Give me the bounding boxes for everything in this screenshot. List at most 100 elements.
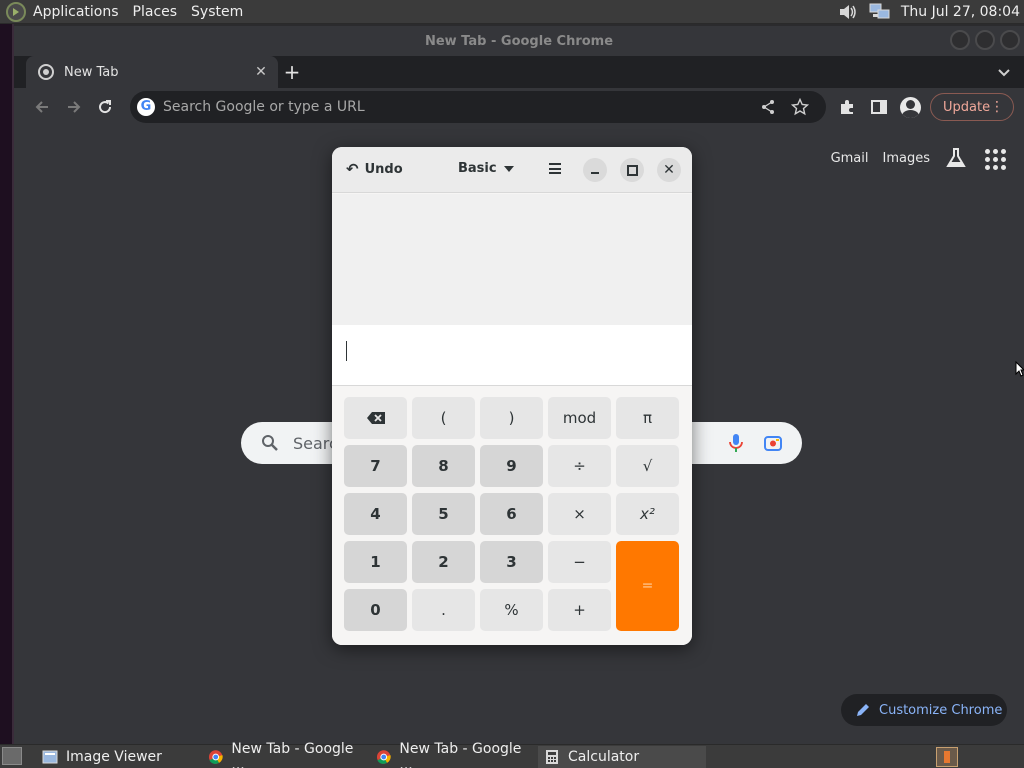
omnibox-placeholder: Search Google or type a URL	[163, 99, 365, 115]
key-pi[interactable]: π	[616, 397, 679, 439]
bottom-taskbar: Image Viewer New Tab - Google ... New Ta…	[0, 741, 1024, 768]
extensions-puzzle-icon[interactable]	[837, 97, 857, 117]
key-6[interactable]: 6	[480, 493, 543, 535]
calculation-history	[332, 194, 692, 325]
kebab-menu-icon[interactable]: ⋮	[990, 99, 1004, 115]
key-percent[interactable]: %	[480, 589, 543, 631]
key-subtract[interactable]: −	[548, 541, 611, 583]
network-icon[interactable]	[869, 2, 891, 22]
image-viewer-icon	[42, 750, 58, 764]
key-open-paren[interactable]: (	[412, 397, 475, 439]
task-chrome-2[interactable]: New Tab - Google ...	[370, 741, 534, 768]
undo-label: Undo	[364, 161, 403, 177]
gmail-link[interactable]: Gmail	[831, 151, 869, 166]
key-7[interactable]: 7	[344, 445, 407, 487]
window-titlebar[interactable]: New Tab - Google Chrome	[14, 26, 1024, 56]
task-label: New Tab - Google ...	[231, 741, 354, 768]
images-link[interactable]: Images	[883, 151, 931, 166]
calc-minimize-button[interactable]	[583, 158, 607, 182]
tab-new-tab[interactable]: New Tab ✕	[26, 56, 278, 88]
key-multiply[interactable]: ×	[548, 493, 611, 535]
calc-maximize-button[interactable]	[620, 158, 644, 182]
customize-chrome-label: Customize Chrome	[879, 702, 1003, 718]
chrome-icon	[208, 750, 223, 764]
tab-strip: New Tab ✕ +	[14, 56, 1024, 88]
text-cursor	[346, 341, 347, 361]
key-divide[interactable]: ÷	[548, 445, 611, 487]
new-tab-button[interactable]: +	[280, 60, 304, 84]
show-desktop-icon[interactable]	[2, 747, 22, 765]
undo-arrow-icon: ↶	[346, 160, 359, 178]
task-calculator[interactable]: Calculator	[538, 746, 706, 768]
key-8[interactable]: 8	[412, 445, 475, 487]
back-icon[interactable]	[32, 97, 52, 117]
google-lens-icon[interactable]	[764, 434, 782, 452]
key-close-paren[interactable]: )	[480, 397, 543, 439]
task-label: Calculator	[568, 749, 640, 765]
pencil-icon	[855, 702, 871, 718]
tab-search-chevron-icon[interactable]	[994, 62, 1014, 82]
key-5[interactable]: 5	[412, 493, 475, 535]
key-backspace[interactable]	[344, 397, 407, 439]
mode-label: Basic	[458, 161, 497, 176]
tab-close-icon[interactable]: ✕	[252, 63, 270, 81]
undo-button[interactable]: ↶ Undo	[346, 160, 403, 178]
google-apps-grid-icon[interactable]	[982, 146, 1006, 170]
chevron-down-icon	[503, 165, 514, 172]
ntp-top-links: Gmail Images	[831, 146, 1006, 170]
key-1[interactable]: 1	[344, 541, 407, 583]
share-icon[interactable]	[758, 97, 778, 117]
tab-label: New Tab	[64, 64, 119, 80]
key-9[interactable]: 9	[480, 445, 543, 487]
calculator-input[interactable]	[332, 325, 692, 386]
update-button[interactable]: Update ⋮	[930, 93, 1014, 121]
bookmark-star-icon[interactable]	[790, 97, 810, 117]
key-square[interactable]: x²	[616, 493, 679, 535]
menu-system[interactable]: System	[184, 0, 250, 24]
key-2[interactable]: 2	[412, 541, 475, 583]
key-0[interactable]: 0	[344, 589, 407, 631]
workspace-switcher-icon[interactable]	[936, 747, 958, 767]
window-maximize-button[interactable]	[975, 30, 995, 50]
task-chrome-1[interactable]: New Tab - Google ...	[202, 741, 366, 768]
hamburger-menu-icon[interactable]	[549, 163, 561, 174]
toolbar: G Search Google or type a URL Update ⋮	[14, 88, 1024, 126]
gnome-foot-icon[interactable]	[6, 1, 26, 22]
forward-icon[interactable]	[64, 97, 84, 117]
omnibox[interactable]: G Search Google or type a URL	[130, 91, 826, 123]
task-label: New Tab - Google ...	[399, 741, 522, 768]
menu-places[interactable]: Places	[126, 0, 185, 24]
side-panel-icon[interactable]	[869, 97, 889, 117]
mouse-cursor-icon	[1015, 361, 1024, 377]
search-icon	[261, 434, 279, 452]
window-minimize-button[interactable]	[950, 30, 970, 50]
clock[interactable]: Thu Jul 27, 08:04	[901, 4, 1020, 20]
update-label: Update	[943, 99, 991, 115]
voice-search-mic-icon[interactable]	[728, 433, 744, 453]
calc-close-button[interactable]: ✕	[657, 158, 681, 182]
volume-icon[interactable]	[837, 2, 859, 22]
key-decimal[interactable]: .	[412, 589, 475, 631]
key-sqrt[interactable]: √	[616, 445, 679, 487]
key-equals[interactable]: =	[616, 541, 679, 631]
calculator-headerbar[interactable]: ↶ Undo Basic ✕	[332, 147, 692, 193]
key-3[interactable]: 3	[480, 541, 543, 583]
key-4[interactable]: 4	[344, 493, 407, 535]
chrome-icon	[376, 750, 391, 764]
profile-avatar[interactable]	[900, 97, 921, 118]
customize-chrome-button[interactable]: Customize Chrome	[841, 694, 1007, 726]
calculator-window: ↶ Undo Basic ✕ ( ) mod π 7 8 9 ÷ √ 4 5 6	[332, 147, 692, 645]
window-title: New Tab - Google Chrome	[424, 33, 614, 49]
menu-applications[interactable]: Applications	[26, 0, 126, 24]
key-mod[interactable]: mod	[548, 397, 611, 439]
backspace-icon	[366, 412, 385, 424]
google-g-icon: G	[137, 98, 155, 116]
reload-icon[interactable]	[95, 97, 115, 117]
mode-selector[interactable]: Basic	[458, 161, 514, 176]
desktop-edge	[0, 24, 14, 744]
task-image-viewer[interactable]: Image Viewer	[36, 746, 200, 768]
window-close-button[interactable]	[1000, 30, 1020, 50]
labs-flask-icon[interactable]	[944, 146, 968, 170]
key-add[interactable]: +	[548, 589, 611, 631]
top-panel: Applications Places System Thu Jul 27, 0…	[0, 0, 1024, 24]
